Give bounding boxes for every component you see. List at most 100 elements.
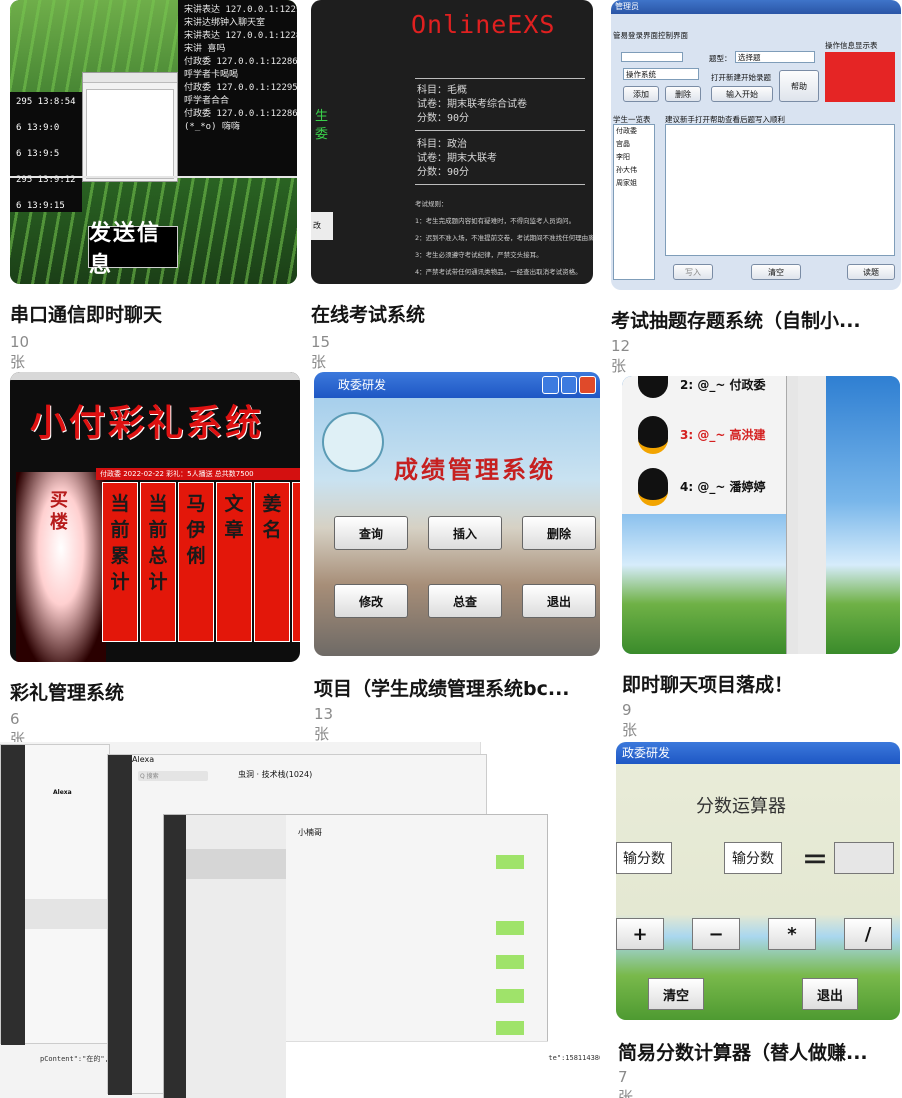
album-thumbnail[interactable]: 管理员 管易登录界面控制界面 操作信息显示表 题型： 选择题 操作系统 打开新建… <box>611 0 901 290</box>
album-title[interactable]: 考试抽题存题系统（自制小... <box>611 306 901 333</box>
message-bubble <box>496 989 524 1003</box>
album-title[interactable]: 在线考试系统 <box>311 300 601 327</box>
chat-window-back: Alexa <box>0 744 111 1045</box>
penguin-avatar-icon <box>638 376 668 398</box>
album-thumbnail[interactable]: 政委研发 分数运算器 输分数 输分数 ＝ + − * / 清空 退出 <box>616 742 900 1020</box>
photo-count: 12张 <box>611 337 631 375</box>
divider <box>415 78 585 79</box>
group-title: 虫洞 · 技术栈(1024) <box>238 770 313 779</box>
exit-button[interactable]: 退出 <box>522 584 596 618</box>
album-title[interactable]: 串口通信即时聊天 <box>10 300 300 327</box>
album-thumbnail[interactable]: OnlineEXS 科目：毛概 试卷：期末联考综合试卷 分数：90分 科目：政治… <box>311 0 593 284</box>
exam-record-2: 科目：政治 试卷：期末大联考 分数：90分 <box>417 139 497 178</box>
topic-select[interactable]: 选择题 <box>735 51 815 63</box>
penguin-avatar-icon <box>638 416 668 454</box>
input-start-button[interactable]: 输入开始 <box>711 86 773 102</box>
student-item[interactable]: 孙大伟 <box>616 164 654 177</box>
write-button[interactable]: 写入 <box>673 264 713 280</box>
delete-button[interactable]: 删除 <box>665 86 701 102</box>
column-person-3[interactable]: 姜名 <box>254 482 290 642</box>
fraction-input-a[interactable]: 输分数 <box>616 842 672 874</box>
album-title[interactable]: 简易分数计算器（替人做赚... <box>618 1038 902 1065</box>
input-area[interactable] <box>286 1041 548 1098</box>
window-controls <box>542 376 597 394</box>
insert-button[interactable]: 插入 <box>428 516 502 550</box>
clear-button[interactable]: 清空 <box>648 978 704 1010</box>
divider <box>10 176 297 178</box>
album-thumbnail[interactable]: 政委研发 成绩管理系统 查询 插入 删除 修改 总查 退出 <box>314 372 600 656</box>
app-logo: OnlineEXS <box>411 10 556 39</box>
contact-list[interactable]: 2: @_~ 付政委 3: @_~ 高洪建 4: @_~ 潘婷婷 <box>622 376 786 514</box>
column-person-1[interactable]: 马伊俐 <box>178 482 214 642</box>
subtract-operator-button[interactable]: − <box>692 918 740 950</box>
photo-count: 9张 <box>622 701 638 739</box>
message-bubble <box>496 955 524 969</box>
console-log-left: 295 13:8:54 6 13:9:0 6 13:9:5 295 13:9:1… <box>10 92 82 212</box>
scrollbar[interactable] <box>786 376 798 654</box>
topic-label: 题型： <box>709 54 732 63</box>
equals-sign: ＝ <box>802 846 829 876</box>
help-button[interactable]: 帮助 <box>779 70 819 102</box>
album-thumbnail[interactable]: 2: @_~ 付政委 3: @_~ 高洪建 4: @_~ 潘婷婷 <box>622 376 900 654</box>
subject-input[interactable] <box>621 52 683 62</box>
penguin-avatar-icon <box>638 468 668 506</box>
column-grand-total[interactable]: 当前总计 <box>140 482 176 642</box>
side-panel <box>798 376 826 654</box>
subject-select[interactable]: 操作系统 <box>623 68 699 80</box>
search-input[interactable]: Q 搜索 <box>138 771 208 781</box>
buy-house-label: 买楼 <box>50 490 68 533</box>
clear-button[interactable]: 清空 <box>751 264 801 280</box>
student-item[interactable]: 周家姐 <box>616 177 654 190</box>
read-button[interactable]: 读题 <box>847 264 895 280</box>
delete-button[interactable]: 删除 <box>522 516 596 550</box>
student-item[interactable]: 付政委 <box>616 125 654 138</box>
photo-count: 7张 <box>618 1068 634 1098</box>
chat-window-front: 小楠哥 <box>163 814 548 1098</box>
mascot-icon <box>322 412 384 472</box>
student-item[interactable]: 李阳 <box>616 151 654 164</box>
album-thumbnail[interactable]: pContent":"在的","msgDate":1581240100000 D… <box>0 742 600 1098</box>
exit-button[interactable]: 退出 <box>802 978 858 1010</box>
contact-row[interactable]: 2: @_~ 付政委 <box>680 376 766 393</box>
console-log: 宋讲表达 127.0.0.1:12295 宋讲达绑钟入聊天室 宋讲表达 127.… <box>178 0 297 178</box>
url-bar <box>10 372 300 380</box>
header-label: 管易登录界面控制界面 <box>613 31 688 40</box>
app-banner: 成绩管理系统 <box>394 455 556 484</box>
album-title[interactable]: 项目（学生成绩管理系统bc... <box>314 674 604 701</box>
chat-title: 小楠哥 <box>298 828 322 837</box>
add-operator-button[interactable]: + <box>616 918 664 950</box>
alexa-label: Alexa <box>132 755 155 764</box>
album-title[interactable]: 彩礼管理系统 <box>10 678 300 705</box>
contact-row[interactable]: 4: @_~ 潘婷婷 <box>680 478 766 495</box>
summary-button[interactable]: 总查 <box>428 584 502 618</box>
album-thumbnail[interactable]: 宋讲表达 127.0.0.1:12295 宋讲达绑钟入聊天室 宋讲表达 127.… <box>10 0 297 284</box>
photo-count: 13张 <box>314 705 334 743</box>
multiply-operator-button[interactable]: * <box>768 918 816 950</box>
student-list[interactable]: 付政委 宫晶 李阳 孙大伟 周家姐 <box>613 124 655 280</box>
exam-record-1: 科目：毛概 试卷：期末联考综合试卷 分数：90分 <box>417 85 527 124</box>
query-button[interactable]: 查询 <box>334 516 408 550</box>
fraction-input-b[interactable]: 输分数 <box>724 842 782 874</box>
student-item[interactable]: 宫晶 <box>616 138 654 151</box>
photo-count: 10张 <box>10 333 30 371</box>
window-titlebar: 管理员 <box>611 0 901 14</box>
info-display-panel <box>825 52 895 102</box>
column-current-total[interactable]: 当前累计 <box>102 482 138 642</box>
side-label: 生 委 <box>315 109 329 142</box>
divider <box>415 130 585 131</box>
edit-button[interactable]: 修改 <box>334 584 408 618</box>
question-text-area[interactable] <box>665 124 895 256</box>
album-thumbnail[interactable]: 小付彩礼系统 买楼 付政委 2022-02-22 彩礼：5人播送 总共数7500… <box>10 372 300 662</box>
edit-button[interactable]: 改 <box>311 212 333 240</box>
column-person-2[interactable]: 文章 <box>216 482 252 642</box>
app-title: 小付彩礼系统 <box>30 402 265 444</box>
send-message-button[interactable]: 发送信息 <box>88 221 178 278</box>
album-title[interactable]: 即时聊天项目落成！ <box>622 670 902 697</box>
message-bubble <box>496 1021 524 1035</box>
heading: 分数运算器 <box>696 796 786 817</box>
window-titlebar: 政委研发 <box>616 742 900 764</box>
contact-row-highlight[interactable]: 3: @_~ 高洪建 <box>680 426 766 443</box>
console-line: Date":1581143800 <box>540 1054 600 1062</box>
divide-operator-button[interactable]: / <box>844 918 892 950</box>
add-button[interactable]: 添加 <box>623 86 659 102</box>
